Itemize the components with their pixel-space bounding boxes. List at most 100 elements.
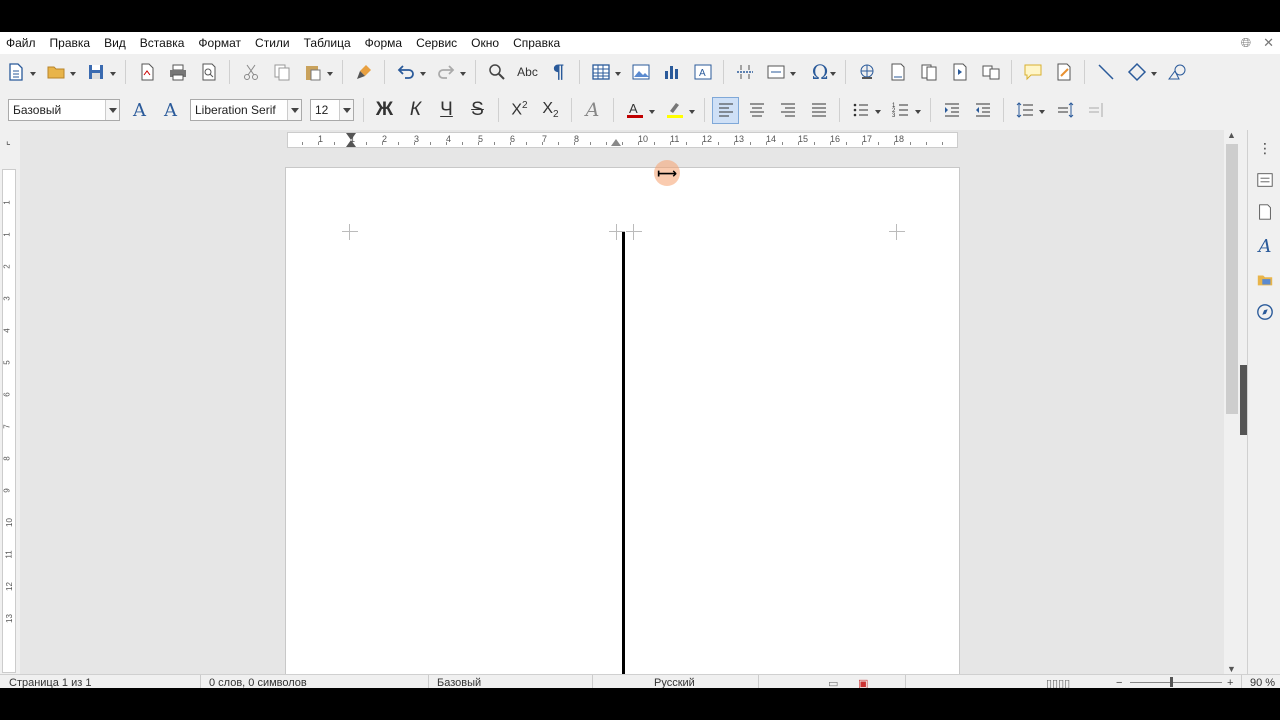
- menu-format[interactable]: Формат: [191, 36, 248, 50]
- insert-footnote-button[interactable]: [884, 59, 911, 86]
- clone-formatting-button[interactable]: [350, 59, 377, 86]
- scrollbar-thumb[interactable]: [1226, 144, 1238, 414]
- font-color-button[interactable]: A: [621, 97, 657, 124]
- export-pdf-button[interactable]: [133, 59, 160, 86]
- print-button[interactable]: [164, 59, 191, 86]
- menu-edit[interactable]: Правка: [43, 36, 98, 50]
- formatting-marks-button[interactable]: ¶: [545, 59, 572, 86]
- sidebar-menu-button[interactable]: ⋮: [1253, 136, 1277, 160]
- menu-styles[interactable]: Стили: [248, 36, 297, 50]
- scroll-up-icon[interactable]: ▲: [1227, 130, 1236, 140]
- insert-field-button[interactable]: [762, 59, 798, 86]
- print-preview-button[interactable]: [195, 59, 222, 86]
- view-layout-icon[interactable]: ▯▯▯▯: [1046, 677, 1070, 688]
- line-spacing-button[interactable]: [1011, 97, 1047, 124]
- scroll-down-icon[interactable]: ▼: [1227, 664, 1236, 674]
- globe-icon[interactable]: 🌐︎: [1241, 35, 1251, 51]
- document-modified-icon[interactable]: ▣: [858, 677, 868, 688]
- superscript-button[interactable]: X2: [506, 97, 533, 124]
- decrease-indent-button[interactable]: [969, 97, 996, 124]
- close-document-icon[interactable]: ✕: [1263, 35, 1274, 51]
- vertical-ruler[interactable]: 1 1 2 3 4 5 6 7 8 9 10 11 12 13: [2, 169, 16, 673]
- spelling-button[interactable]: Abc: [514, 59, 541, 86]
- document-page[interactable]: [285, 167, 960, 688]
- strikethrough-button[interactable]: S: [464, 97, 491, 124]
- insert-table-button[interactable]: [587, 59, 623, 86]
- insert-chart-button[interactable]: [658, 59, 685, 86]
- insert-page-break-button[interactable]: [731, 59, 758, 86]
- zoom-out-icon[interactable]: −: [1116, 677, 1122, 688]
- menu-view[interactable]: Вид: [97, 36, 133, 50]
- insert-endnote-button[interactable]: [915, 59, 942, 86]
- redo-button[interactable]: [432, 59, 468, 86]
- increase-paragraph-spacing-button[interactable]: [1051, 97, 1078, 124]
- sidebar-gallery-button[interactable]: [1253, 268, 1277, 292]
- decrease-paragraph-spacing-button[interactable]: [1082, 97, 1109, 124]
- menu-insert[interactable]: Вставка: [133, 36, 192, 50]
- chevron-down-icon[interactable]: [105, 100, 119, 120]
- insert-comment-button[interactable]: [1019, 59, 1046, 86]
- insert-textbox-button[interactable]: A: [689, 59, 716, 86]
- align-right-button[interactable]: [774, 97, 801, 124]
- menu-help[interactable]: Справка: [506, 36, 567, 50]
- subscript-button[interactable]: X2: [537, 97, 564, 124]
- insert-hyperlink-button[interactable]: [853, 59, 880, 86]
- language[interactable]: Русский: [654, 677, 695, 688]
- highlight-color-button[interactable]: [661, 97, 697, 124]
- sidebar-page-button[interactable]: [1253, 200, 1277, 224]
- insert-special-character-button[interactable]: Ω: [802, 59, 838, 86]
- right-indent-marker[interactable]: [611, 139, 621, 146]
- indent-marker[interactable]: [346, 133, 356, 140]
- sidebar-styles-button[interactable]: A: [1253, 234, 1277, 258]
- insert-image-button[interactable]: [627, 59, 654, 86]
- cut-button[interactable]: [237, 59, 264, 86]
- chevron-down-icon[interactable]: [287, 100, 301, 120]
- ordered-list-button[interactable]: 123: [887, 97, 923, 124]
- find-replace-button[interactable]: [483, 59, 510, 86]
- zoom-level[interactable]: 90 %: [1250, 677, 1275, 688]
- basic-shapes-button[interactable]: [1123, 59, 1159, 86]
- word-count[interactable]: 0 слов, 0 символов: [209, 677, 307, 688]
- bold-button[interactable]: Ж: [371, 97, 398, 124]
- font-size-combo[interactable]: 12: [310, 99, 354, 121]
- insert-bookmark-button[interactable]: [946, 59, 973, 86]
- vertical-scrollbar[interactable]: ▲ ▼: [1224, 130, 1240, 674]
- copy-button[interactable]: [268, 59, 295, 86]
- paste-button[interactable]: [299, 59, 335, 86]
- selection-mode-icon[interactable]: ▭: [828, 677, 838, 688]
- clear-formatting-button[interactable]: A: [579, 97, 606, 124]
- sidebar-collapse-handle[interactable]: [1240, 365, 1247, 435]
- paragraph-style-combo[interactable]: Базовый: [8, 99, 120, 121]
- menu-file[interactable]: Файл: [0, 36, 43, 50]
- undo-button[interactable]: [392, 59, 428, 86]
- menu-form[interactable]: Форма: [358, 36, 409, 50]
- new-document-button[interactable]: [2, 59, 38, 86]
- underline-button[interactable]: Ч: [433, 97, 460, 124]
- insert-line-button[interactable]: [1092, 59, 1119, 86]
- tab-stop-selector[interactable]: ⌞: [6, 136, 11, 147]
- draw-functions-button[interactable]: [1163, 59, 1190, 86]
- track-changes-button[interactable]: [1050, 59, 1077, 86]
- align-center-button[interactable]: [743, 97, 770, 124]
- menu-tools[interactable]: Сервис: [409, 36, 464, 50]
- sidebar-properties-button[interactable]: [1253, 168, 1277, 192]
- chevron-down-icon[interactable]: [339, 100, 353, 120]
- zoom-slider-thumb[interactable]: [1170, 677, 1173, 687]
- update-style-button[interactable]: A: [126, 97, 153, 124]
- save-button[interactable]: [82, 59, 118, 86]
- unordered-list-button[interactable]: [847, 97, 883, 124]
- page-style[interactable]: Базовый: [437, 677, 481, 688]
- new-style-button[interactable]: A: [157, 97, 184, 124]
- justify-button[interactable]: [805, 97, 832, 124]
- zoom-in-icon[interactable]: +: [1227, 677, 1233, 688]
- sidebar-navigator-button[interactable]: [1253, 300, 1277, 324]
- increase-indent-button[interactable]: [938, 97, 965, 124]
- italic-button[interactable]: К: [402, 97, 429, 124]
- menu-table[interactable]: Таблица: [297, 36, 358, 50]
- font-name-combo[interactable]: Liberation Serif: [190, 99, 302, 121]
- menu-window[interactable]: Окно: [464, 36, 506, 50]
- align-left-button[interactable]: [712, 96, 739, 124]
- zoom-slider[interactable]: [1130, 682, 1222, 683]
- indent-marker[interactable]: [346, 140, 356, 147]
- page-count[interactable]: Страница 1 из 1: [9, 677, 91, 688]
